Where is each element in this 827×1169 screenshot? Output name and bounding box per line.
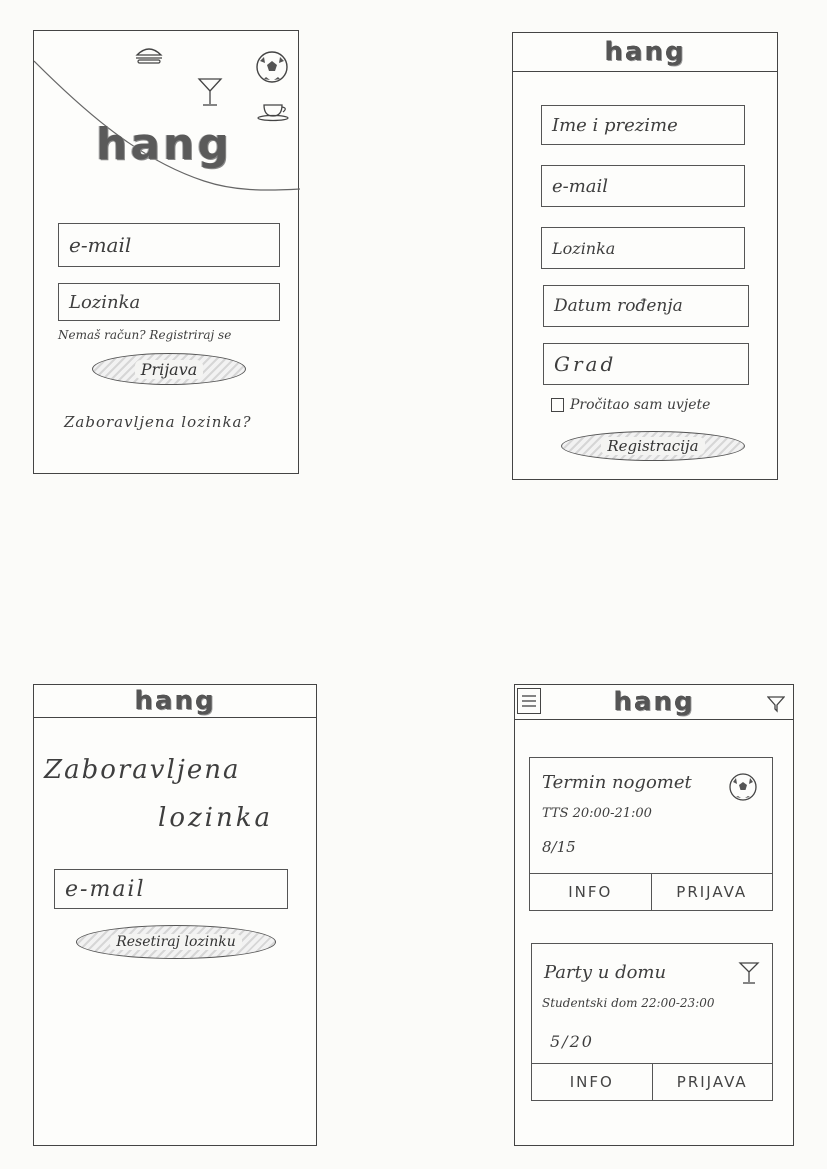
event-card[interactable]: Termin nogomet TTS 20:00-21:00 8/15 INFO… <box>529 757 773 911</box>
login-screen: hang e-mail Lozinka Nemaš račun? Registr… <box>33 30 300 474</box>
name-field[interactable]: Ime i prezime <box>541 105 745 145</box>
top-bar: hang <box>513 33 777 72</box>
email-field[interactable]: e-mail <box>541 165 745 207</box>
page-title-line1: Zaboravljena <box>44 755 241 785</box>
signup-button[interactable]: PRIJAVA <box>651 1064 773 1100</box>
info-button[interactable]: INFO <box>532 1064 652 1100</box>
city-field[interactable]: Grad <box>543 343 749 385</box>
birthdate-field[interactable]: Datum rođenja <box>543 285 749 327</box>
page-title-line2: lozinka <box>158 803 273 833</box>
cocktail-icon <box>197 78 223 106</box>
filter-icon[interactable] <box>767 695 785 713</box>
forgot-password-screen: hang Zaboravljena lozinka e-mail Resetir… <box>33 684 317 1146</box>
event-feed-screen: hang Termin nogomet TTS 20:00-21:00 8/15… <box>514 684 794 1146</box>
coffee-cup-icon <box>257 104 289 122</box>
event-actions: INFO PRIJAVA <box>530 873 772 910</box>
password-field[interactable]: Lozinka <box>58 283 280 321</box>
top-bar: hang <box>34 685 316 718</box>
register-screen: hang Ime i prezime e-mail Lozinka Datum … <box>512 32 778 480</box>
event-card[interactable]: Party u domu Studentski dom 22:00-23:00 … <box>531 943 773 1101</box>
reset-password-button-label: Resetiraj lozinku <box>110 934 242 950</box>
register-button[interactable]: Registracija <box>561 431 745 461</box>
login-button-label: Prijava <box>134 359 204 379</box>
event-participant-count: 5/20 <box>550 1032 594 1051</box>
soccer-ball-icon <box>729 773 757 801</box>
info-button[interactable]: INFO <box>530 874 651 910</box>
event-title: Termin nogomet <box>542 772 692 793</box>
email-field[interactable]: e-mail <box>54 869 288 909</box>
app-logo: hang <box>134 686 216 716</box>
burger-icon <box>135 48 163 64</box>
top-bar: hang <box>515 685 793 720</box>
app-logo: hang <box>604 37 686 67</box>
terms-checkbox[interactable] <box>551 398 564 412</box>
email-field[interactable]: e-mail <box>58 223 280 267</box>
forgot-password-link[interactable]: Zaboravljena lozinka? <box>64 413 252 431</box>
event-details: Studentski dom 22:00-23:00 <box>542 996 715 1010</box>
event-title: Party u domu <box>544 962 667 983</box>
login-button[interactable]: Prijava <box>92 353 246 385</box>
cocktail-icon <box>738 962 760 984</box>
soccer-ball-icon <box>256 51 288 83</box>
terms-label: Pročitao sam uvjete <box>570 397 711 413</box>
reset-password-button[interactable]: Resetiraj lozinku <box>76 925 276 959</box>
register-button-label: Registracija <box>601 437 705 455</box>
signup-button[interactable]: PRIJAVA <box>650 874 773 910</box>
app-logo: hang <box>96 119 232 170</box>
password-field[interactable]: Lozinka <box>541 227 745 269</box>
terms-row: Pročitao sam uvjete <box>551 397 710 413</box>
event-actions: INFO PRIJAVA <box>532 1063 772 1100</box>
register-link[interactable]: Nemaš račun? Registriraj se <box>58 328 231 342</box>
app-logo: hang <box>613 687 695 717</box>
event-details: TTS 20:00-21:00 <box>542 806 652 821</box>
event-participant-count: 8/15 <box>542 838 576 856</box>
